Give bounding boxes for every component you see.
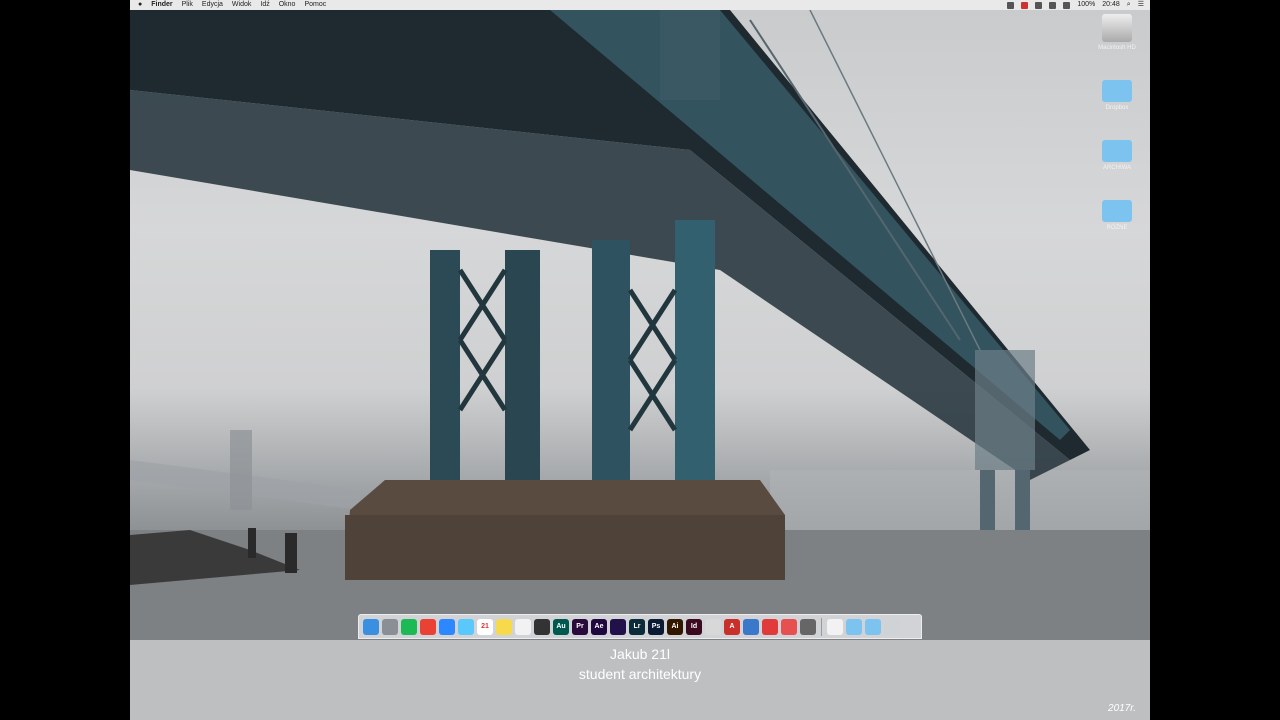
home-folder-icon[interactable] xyxy=(827,618,843,635)
desktop-wallpaper xyxy=(130,10,1150,640)
downloads-folder-icon[interactable] xyxy=(865,618,881,635)
messages-icon[interactable] xyxy=(458,618,474,635)
app-red-icon[interactable] xyxy=(762,618,778,635)
app-red2-icon[interactable] xyxy=(781,618,797,635)
messenger-icon[interactable] xyxy=(439,618,455,635)
wifi-icon[interactable] xyxy=(1035,1,1043,9)
spotlight-icon[interactable]: ⌕ xyxy=(1127,0,1131,10)
dock: 21 Au Pr Ae Lr Ps Ai Id A xyxy=(358,614,922,639)
mediaencoder-icon[interactable] xyxy=(610,618,626,635)
caption-year: 2017r. xyxy=(1108,703,1136,714)
desktop-icon-label: ARCHIWA xyxy=(1102,165,1132,171)
menu-plik[interactable]: Plik xyxy=(182,0,193,10)
hard-drive-icon xyxy=(1102,14,1132,42)
caption-subtitle: student architektury xyxy=(578,666,702,682)
menu-pomoc[interactable]: Pomoc xyxy=(304,0,326,10)
desktop-icon-label: Dropbox xyxy=(1105,105,1129,111)
aftereffects-icon[interactable]: Ae xyxy=(591,618,607,635)
chrome-icon[interactable] xyxy=(420,618,436,635)
caption-area: Jakub 21l student architektury 2017r. xyxy=(130,640,1150,720)
desktop-icon-label: Macintosh HD xyxy=(1098,45,1136,51)
menu-okno[interactable]: Okno xyxy=(279,0,296,10)
notes-icon[interactable] xyxy=(496,618,512,635)
photoshop-icon[interactable]: Ps xyxy=(648,618,664,635)
archicad-icon[interactable] xyxy=(743,618,759,635)
caption-name: Jakub 21l xyxy=(610,646,670,662)
textedit-icon[interactable] xyxy=(515,618,531,635)
folder-icon xyxy=(1102,140,1132,162)
illustrator-icon[interactable]: Ai xyxy=(667,618,683,635)
dropbox-folder-icon xyxy=(1102,80,1132,102)
desktop-icon-rozne[interactable]: RÓŻNE xyxy=(1092,200,1142,231)
volume-icon[interactable] xyxy=(1063,1,1071,9)
notification-center-icon[interactable]: ☰ xyxy=(1138,0,1144,10)
menu-idz[interactable]: Idź xyxy=(260,0,269,10)
clock[interactable]: 20:48 xyxy=(1102,0,1120,10)
menubar-app-icon[interactable] xyxy=(1007,1,1015,9)
menu-edycja[interactable]: Edycja xyxy=(202,0,223,10)
finder-icon[interactable] xyxy=(363,618,379,635)
menu-finder[interactable]: Finder xyxy=(151,0,172,10)
apple-menu-icon[interactable]: ● xyxy=(138,0,142,10)
trash-icon[interactable] xyxy=(884,618,900,635)
menu-bar: ● Finder Plik Edycja Widok Idź Okno Pomo… xyxy=(130,0,1150,10)
utility-icon[interactable] xyxy=(800,618,816,635)
indesign-icon[interactable]: Id xyxy=(686,618,702,635)
desktop-icon-archiwa[interactable]: ARCHIWA xyxy=(1092,140,1142,171)
desktop-icon-dropbox[interactable]: Dropbox xyxy=(1092,80,1142,111)
audition-icon[interactable]: Au xyxy=(553,618,569,635)
applications-folder-icon[interactable] xyxy=(846,618,862,635)
dropbox-status-icon[interactable] xyxy=(1049,1,1057,9)
folder-icon xyxy=(1102,200,1132,222)
autocad-icon[interactable]: A xyxy=(724,618,740,635)
lightroom-icon[interactable]: Lr xyxy=(629,618,645,635)
camera-icon[interactable] xyxy=(534,618,550,635)
menu-widok[interactable]: Widok xyxy=(232,0,251,10)
calendar-status-icon[interactable] xyxy=(1021,1,1029,9)
desktop-icon-label: RÓŻNE xyxy=(1106,225,1128,231)
screen: ● Finder Plik Edycja Widok Idź Okno Pomo… xyxy=(130,0,1150,720)
battery-percent[interactable]: 100% xyxy=(1077,0,1095,10)
spotify-icon[interactable] xyxy=(401,618,417,635)
premiere-icon[interactable]: Pr xyxy=(572,618,588,635)
calendar-icon[interactable]: 21 xyxy=(477,618,493,635)
launchpad-icon[interactable] xyxy=(382,618,398,635)
document-icon[interactable] xyxy=(705,618,721,635)
dock-separator xyxy=(821,617,822,636)
desktop-icon-macintosh-hd[interactable]: Macintosh HD xyxy=(1092,14,1142,51)
